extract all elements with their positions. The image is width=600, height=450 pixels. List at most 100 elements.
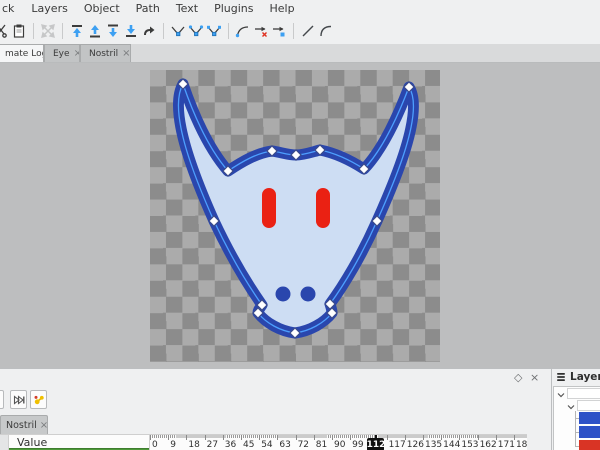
menu-item-plugins[interactable]: Plugins <box>206 2 261 15</box>
tab-close-icon[interactable]: × <box>122 48 130 59</box>
layers-panel-title: Layers <box>556 371 600 383</box>
ruler-major-tick <box>186 435 187 440</box>
cut-icon[interactable] <box>0 20 10 42</box>
layer-color-swatch[interactable] <box>579 426 600 438</box>
ruler-label: 36 <box>225 440 236 450</box>
node-add-icon[interactable] <box>270 20 288 42</box>
toolbar-separator <box>33 23 34 39</box>
ruler-label: 153 <box>461 440 478 450</box>
segment-arc-icon[interactable] <box>317 20 335 42</box>
timeline-gutter <box>0 434 9 450</box>
jump-to-end-button[interactable] <box>10 390 27 409</box>
ruler-label: 90 <box>334 440 345 450</box>
canvas-viewport[interactable] <box>0 63 600 368</box>
raise-to-top-icon[interactable] <box>68 20 86 42</box>
node-symmetric-icon[interactable] <box>205 20 223 42</box>
lower-to-bottom-icon[interactable] <box>122 20 140 42</box>
tab-nostril[interactable]: Nostril × <box>80 44 131 62</box>
ruler-major-tick <box>478 435 479 440</box>
ruler-label: 63 <box>279 440 290 450</box>
ruler-major-tick <box>259 435 260 440</box>
jump-to-end-icon <box>13 394 25 406</box>
timeline-tab-label: Nostril <box>6 420 37 431</box>
ruler-major-tick <box>296 435 297 440</box>
composition-tab-bar: mate Logo Eye × Nostril × <box>0 45 600 63</box>
menu-bar: ck Layers Object Path Text Plugins Help <box>0 0 600 17</box>
layer-color-swatch[interactable] <box>579 412 600 424</box>
layers-tree <box>553 386 600 450</box>
timeline-ruler[interactable]: 112 091827364554637281909911712613514415… <box>149 434 527 450</box>
tab-eye[interactable]: Eye × <box>44 44 80 62</box>
playhead[interactable]: 112 <box>367 438 384 450</box>
dock-close-icon[interactable]: × <box>530 371 539 384</box>
lower-icon[interactable] <box>104 20 122 42</box>
menu-item-path[interactable]: Path <box>128 2 168 15</box>
logo-head-shape[interactable] <box>178 84 413 333</box>
ruler-major-tick <box>332 435 333 440</box>
toolbar-separator <box>228 23 229 39</box>
ruler-label: 9 <box>170 440 176 450</box>
menu-item-text[interactable]: Text <box>168 2 206 15</box>
layer-item[interactable] <box>577 400 600 411</box>
tab-label: mate Logo <box>5 49 44 59</box>
raise-icon[interactable] <box>86 20 104 42</box>
node-corner-icon[interactable] <box>169 20 187 42</box>
dock-float-icon[interactable]: ◇ <box>514 371 522 384</box>
layers-title-label: Layers <box>570 371 600 383</box>
segment-curve-icon[interactable] <box>234 20 252 42</box>
ruler-label: 18 <box>188 440 199 450</box>
toolbar-separator <box>62 23 63 39</box>
tab-label: Eye <box>53 49 70 59</box>
logo-right-eye[interactable] <box>316 188 330 228</box>
order-move-icon[interactable] <box>140 20 158 42</box>
canvas-svg[interactable] <box>0 63 600 368</box>
menu-item-layers[interactable]: Layers <box>23 2 75 15</box>
layers-dock: Layers <box>551 368 600 450</box>
record-keyframe-icon <box>33 394 45 406</box>
timeline-tab-nostril[interactable]: Nostril × <box>0 415 48 434</box>
ruler-major-tick <box>205 435 206 440</box>
segment-line-icon[interactable] <box>299 20 317 42</box>
ruler-label: 117 <box>389 440 406 450</box>
toolbar <box>0 17 600 45</box>
tab-main-composition[interactable]: mate Logo <box>0 44 44 62</box>
node-remove-icon[interactable] <box>252 20 270 42</box>
ruler-label: 99 <box>352 440 363 450</box>
logo-right-nostril[interactable] <box>301 287 316 302</box>
logo-left-nostril[interactable] <box>276 287 291 302</box>
layer-color-swatch[interactable] <box>579 440 600 450</box>
tab-label: Nostril <box>89 49 118 59</box>
menu-item-partial[interactable]: ck <box>2 2 23 15</box>
ruler-major-tick <box>241 435 242 440</box>
ruler-label: 126 <box>407 440 424 450</box>
paste-icon[interactable] <box>10 20 28 42</box>
layer-item[interactable] <box>567 388 600 399</box>
expander-chevron-icon[interactable] <box>567 403 575 411</box>
menu-item-help[interactable]: Help <box>261 2 302 15</box>
ruler-major-tick <box>223 435 224 440</box>
ruler-major-tick <box>459 435 460 440</box>
ruler-major-tick <box>441 435 442 440</box>
ruler-major-tick <box>496 435 497 440</box>
ruler-label: 54 <box>261 440 272 450</box>
ruler-major-tick <box>168 435 169 440</box>
ruler-major-tick <box>314 435 315 440</box>
ruler-label: 0 <box>152 440 158 450</box>
ruler-label: 81 <box>316 440 327 450</box>
ruler-label: 72 <box>298 440 309 450</box>
ruler-major-tick <box>277 435 278 440</box>
expander-chevron-icon[interactable] <box>557 391 565 399</box>
ruler-label: 144 <box>443 440 460 450</box>
record-keyframe-button[interactable] <box>30 390 47 409</box>
menu-item-object[interactable]: Object <box>76 2 128 15</box>
ruler-major-tick <box>423 435 424 440</box>
logo-left-eye[interactable] <box>262 188 276 228</box>
playback-button-partial[interactable] <box>0 390 4 409</box>
ruler-label: 135 <box>425 440 442 450</box>
timeline-tab-close-icon[interactable]: × <box>40 420 48 431</box>
ruler-label: 45 <box>243 440 254 450</box>
ruler-major-tick <box>387 435 388 440</box>
move-icon-disabled[interactable] <box>39 20 57 42</box>
node-smooth-icon[interactable] <box>187 20 205 42</box>
glaxnimate-window: ck Layers Object Path Text Plugins Help <box>0 0 600 450</box>
